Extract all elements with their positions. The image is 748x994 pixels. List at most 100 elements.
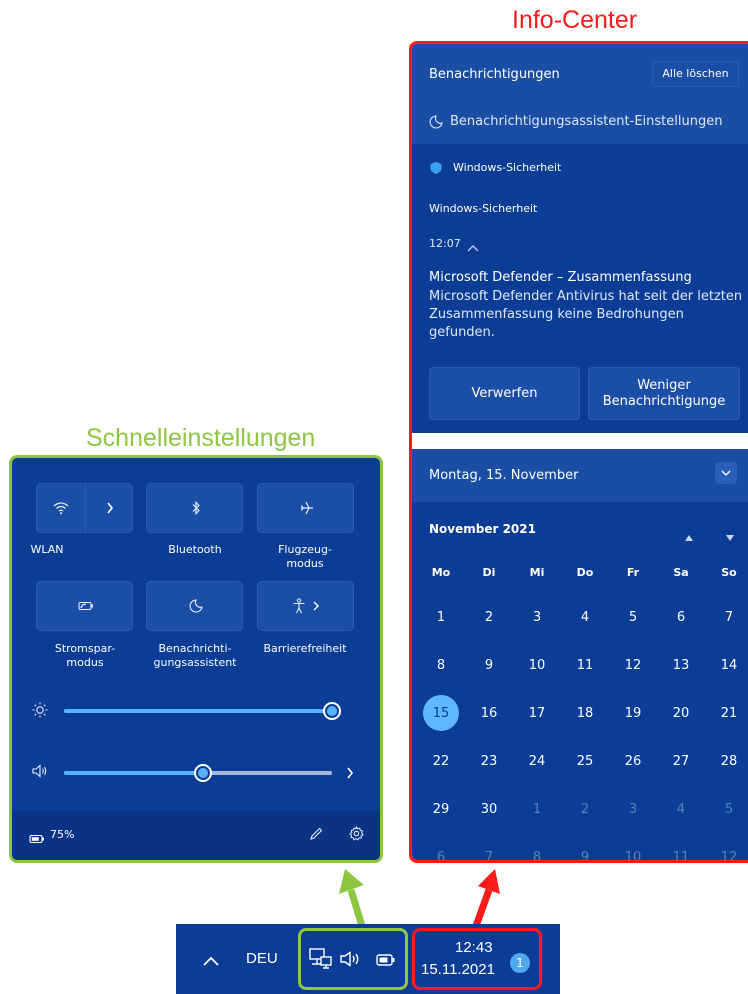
accessibility-tile[interactable]	[257, 581, 354, 631]
wifi-icon[interactable]	[37, 484, 85, 532]
calendar-day[interactable]: 11	[657, 835, 705, 861]
volume-slider[interactable]	[64, 764, 332, 782]
brightness-slider[interactable]	[64, 702, 341, 720]
collapse-chevron-icon[interactable]	[467, 237, 479, 256]
calendar-day[interactable]: 17	[513, 691, 561, 735]
calendar-day[interactable]: 16	[465, 691, 513, 735]
calendar-day[interactable]: 24	[513, 739, 561, 783]
weekday-label: Mi	[529, 566, 545, 579]
brightness-slider-thumb[interactable]	[323, 702, 341, 720]
show-hidden-icons-chevron-icon[interactable]	[203, 951, 219, 970]
calendar-day[interactable]: 4	[561, 595, 609, 639]
moon-icon	[147, 582, 244, 630]
fewer-notifications-button[interactable]: Weniger Benachrichtigunge	[588, 367, 740, 420]
battery-saver-label: Stromspar- modus	[54, 642, 116, 669]
calendar-day[interactable]: 27	[657, 739, 705, 783]
calendar-day[interactable]: 18	[561, 691, 609, 735]
wifi-expand-chevron-icon[interactable]	[86, 484, 134, 532]
calendar-day[interactable]: 5	[609, 595, 657, 639]
calendar-day-today[interactable]: 15	[417, 691, 465, 735]
volume-slider-thumb[interactable]	[194, 764, 213, 782]
notification-title: Microsoft Defender – Zusammenfassung	[429, 270, 692, 285]
notification-source: Windows-Sicherheit	[429, 202, 538, 215]
calendar-panel: Montag, 15. November November 2021 Mo Di M…	[412, 449, 748, 861]
focus-assist-settings-link[interactable]: Benachrichtigungsassistent-Einstellungen	[450, 114, 722, 129]
calendar-day[interactable]: 9	[465, 643, 513, 687]
battery-saver-tile[interactable]	[36, 581, 133, 631]
clock-tray-button[interactable]: 12:43 15.11.2021 1	[412, 928, 542, 990]
battery-saver-icon	[37, 582, 134, 630]
calendar-day[interactable]: 28	[705, 739, 748, 783]
calendar-day[interactable]: 19	[609, 691, 657, 735]
calendar-day[interactable]: 11	[561, 643, 609, 687]
calendar-day[interactable]: 20	[657, 691, 705, 735]
quick-settings-panel: WLAN Bluetooth Flugzeug- modus Stromspar…	[9, 455, 383, 863]
calendar-day[interactable]: 4	[657, 787, 705, 831]
notification-time: 12:07	[429, 237, 461, 250]
accessibility-label: Barrierefreiheit	[263, 642, 347, 655]
calendar-day[interactable]: 7	[705, 595, 748, 639]
quick-settings-footer: 75%	[12, 811, 380, 860]
wifi-tile[interactable]	[36, 483, 133, 533]
info-center-panel: Benachrichtigungen Alle löschen Benachri…	[409, 41, 748, 863]
calendar-day[interactable]: 29	[417, 787, 465, 831]
calendar-date-header: Montag, 15. November	[429, 468, 579, 483]
bluetooth-icon	[147, 484, 244, 532]
taskbar-time: 12:43	[455, 939, 493, 956]
volume-slider-fill	[64, 771, 204, 775]
green-arrow-icon	[339, 869, 366, 928]
calendar-day[interactable]: 1	[513, 787, 561, 831]
weekday-label: Sa	[673, 566, 689, 579]
calendar-day[interactable]: 3	[513, 595, 561, 639]
moon-icon	[429, 114, 443, 133]
calendar-day[interactable]: 7	[465, 835, 513, 861]
calendar-day[interactable]: 5	[705, 787, 748, 831]
accessibility-icon	[258, 582, 355, 630]
calendar-day[interactable]: 14	[705, 643, 748, 687]
calendar-day[interactable]: 8	[417, 643, 465, 687]
battery-icon	[29, 829, 45, 848]
focus-assist-label: Benachrichti- gungsassistent	[153, 642, 237, 669]
bluetooth-label: Bluetooth	[168, 543, 222, 556]
calendar-day[interactable]: 30	[465, 787, 513, 831]
calendar-day[interactable]: 10	[513, 643, 561, 687]
weekday-label: So	[721, 566, 737, 579]
red-arrow-icon	[472, 869, 500, 928]
quick-settings-tray-button[interactable]	[298, 928, 408, 990]
calendar-day[interactable]: 6	[657, 595, 705, 639]
calendar-day[interactable]: 9	[561, 835, 609, 861]
previous-month-icon[interactable]	[685, 526, 693, 545]
volume-row	[12, 761, 380, 785]
airplane-mode-tile[interactable]	[257, 483, 354, 533]
calendar-day[interactable]: 23	[465, 739, 513, 783]
taskbar-date: 15.11.2021	[421, 961, 495, 978]
calendar-day[interactable]: 22	[417, 739, 465, 783]
calendar-day[interactable]: 8	[513, 835, 561, 861]
calendar-day[interactable]: 21	[705, 691, 748, 735]
calendar-day[interactable]: 13	[657, 643, 705, 687]
notification-header	[412, 44, 748, 144]
calendar-day[interactable]: 26	[609, 739, 657, 783]
calendar-day[interactable]: 1	[417, 595, 465, 639]
next-month-icon[interactable]	[726, 526, 734, 545]
wifi-label: WLAN	[30, 543, 64, 556]
calendar-collapse-chevron-icon[interactable]	[715, 462, 737, 484]
calendar-day[interactable]: 2	[561, 787, 609, 831]
bluetooth-tile[interactable]	[146, 483, 243, 533]
calendar-day[interactable]: 12	[609, 643, 657, 687]
dismiss-button[interactable]: Verwerfen	[429, 367, 580, 420]
clear-all-button[interactable]: Alle löschen	[652, 61, 739, 87]
calendar-day[interactable]: 3	[609, 787, 657, 831]
notification-body: Microsoft Defender Antivirus hat seit de…	[429, 289, 743, 340]
focus-assist-tile[interactable]	[146, 581, 243, 631]
calendar-day[interactable]: 10	[609, 835, 657, 861]
calendar-day[interactable]: 6	[417, 835, 465, 861]
input-language[interactable]: DEU	[246, 950, 278, 967]
edit-pencil-icon[interactable]	[309, 826, 323, 845]
shield-icon	[429, 160, 443, 179]
calendar-day[interactable]: 2	[465, 595, 513, 639]
settings-gear-icon[interactable]	[349, 825, 364, 845]
calendar-day[interactable]: 25	[561, 739, 609, 783]
audio-output-chevron-icon[interactable]	[346, 765, 354, 784]
calendar-day[interactable]: 12	[705, 835, 748, 861]
